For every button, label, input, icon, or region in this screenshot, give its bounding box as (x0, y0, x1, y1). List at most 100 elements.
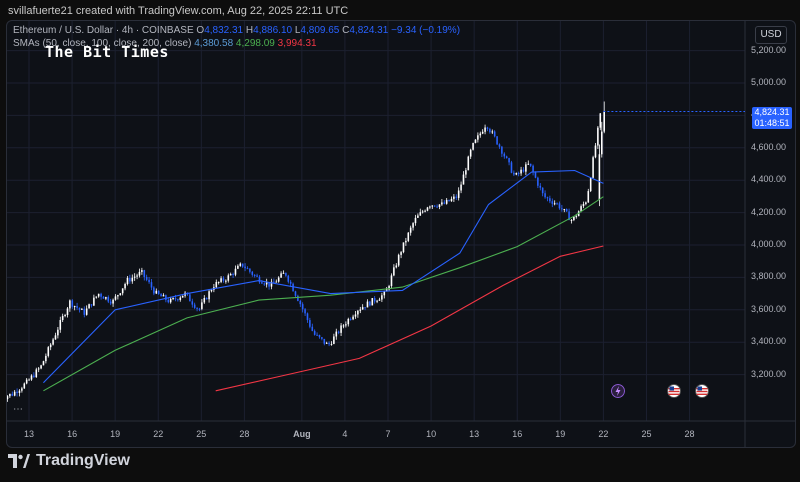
candle-body (177, 299, 179, 301)
candle-body (90, 304, 93, 306)
candle-body (81, 308, 83, 310)
date-axis-label: Aug (293, 429, 311, 439)
candle-body (198, 308, 201, 310)
candle-body (601, 131, 603, 155)
candle-body (102, 296, 105, 299)
price-axis-label: 5,200.00 (751, 44, 787, 55)
candle-body (191, 301, 194, 305)
date-axis-label: 7 (385, 429, 391, 439)
candle-body (153, 287, 155, 294)
candle-body (220, 278, 222, 282)
candle-body (11, 393, 14, 396)
candle-body (357, 310, 359, 315)
candle-body (246, 268, 249, 270)
candle-body (119, 293, 122, 296)
footer-brand: TradingView (8, 452, 130, 470)
candle-body (277, 277, 280, 282)
price-axis-label: 5,000.00 (751, 77, 787, 87)
candle-body (330, 343, 333, 345)
candle-body (522, 169, 525, 172)
candle-body (162, 295, 165, 297)
candle-body (33, 375, 35, 378)
candle-body (520, 169, 522, 174)
candle-body (556, 203, 558, 205)
symbol-name: Ethereum / U.S. Dollar · 4h · COINBASE (13, 25, 194, 36)
candle-body (491, 131, 494, 133)
candle-body (460, 184, 462, 191)
candle-body (525, 164, 527, 172)
candle-body (553, 203, 556, 205)
candle-body (594, 145, 597, 158)
candle-body (349, 318, 352, 320)
candle-body (417, 215, 419, 218)
sma50-value: 4,380.58 (194, 38, 234, 49)
candle-body (323, 338, 326, 344)
price-axis-label: 4,400.00 (751, 174, 787, 185)
price-axis-label: 4,000.00 (751, 239, 787, 249)
candle-body (582, 204, 585, 207)
candle-body (529, 163, 532, 166)
candle-body (97, 293, 100, 297)
more-icon[interactable]: ⋯ (13, 404, 23, 415)
candle-body (558, 203, 561, 209)
candle-body (563, 209, 566, 211)
candle-body (573, 216, 575, 220)
date-axis-label: 22 (153, 429, 164, 439)
price-chart[interactable] (7, 21, 795, 447)
candle-body (275, 281, 278, 283)
chart-frame[interactable]: Ethereum / U.S. Dollar · 4h · COINBASE O… (6, 20, 796, 448)
candle-body (309, 320, 311, 327)
candle-body (431, 205, 434, 207)
candle-body (426, 207, 429, 211)
candle-body (150, 282, 153, 288)
candle-body (414, 217, 417, 224)
candle-body (160, 294, 162, 297)
candle-body (201, 302, 203, 309)
candle-body (570, 219, 573, 221)
price-axis-label: 3,800.00 (751, 271, 787, 282)
candle-body (340, 325, 342, 333)
candle-body (9, 393, 11, 397)
candle-body (225, 280, 227, 282)
candle-body (251, 271, 254, 275)
candle-body (88, 304, 90, 309)
candle-body (23, 383, 26, 389)
us-flag-event-icon[interactable] (667, 384, 681, 398)
date-axis-label: 28 (684, 429, 695, 439)
candle-body (561, 208, 563, 210)
candle-body (145, 277, 148, 280)
candle-body (16, 391, 18, 393)
candle-body (73, 306, 76, 308)
date-axis-label: 19 (110, 429, 121, 439)
candle-body (217, 281, 220, 283)
candle-body (52, 339, 54, 345)
candle-body (364, 307, 366, 309)
candle-body (69, 300, 71, 309)
candle-body (42, 361, 45, 366)
candle-body (112, 299, 114, 304)
candle-body (369, 301, 371, 306)
us-flag-event-icon[interactable] (695, 384, 709, 398)
candle-body (450, 198, 453, 202)
candle-body (241, 263, 244, 267)
candle-body (429, 206, 431, 208)
candle-body (47, 347, 50, 356)
candle-body (366, 301, 369, 308)
sma100-line (43, 196, 604, 392)
candle-body (321, 337, 323, 339)
candle-body (477, 135, 479, 140)
candle-body (469, 149, 472, 157)
candle-body (61, 315, 64, 321)
plot-area[interactable] (7, 101, 605, 402)
candle-body (484, 127, 486, 132)
open-value: 4,832.31 (204, 25, 244, 36)
candle-body (335, 331, 338, 337)
candle-body (575, 216, 578, 218)
candle-body (328, 342, 330, 345)
date-axis-label: 25 (641, 429, 652, 439)
currency-button[interactable]: USD (755, 26, 787, 44)
brand-name: TradingView (36, 452, 130, 469)
candle-body (189, 294, 191, 302)
candle-body (100, 293, 102, 297)
lightning-event-icon[interactable] (611, 384, 625, 398)
